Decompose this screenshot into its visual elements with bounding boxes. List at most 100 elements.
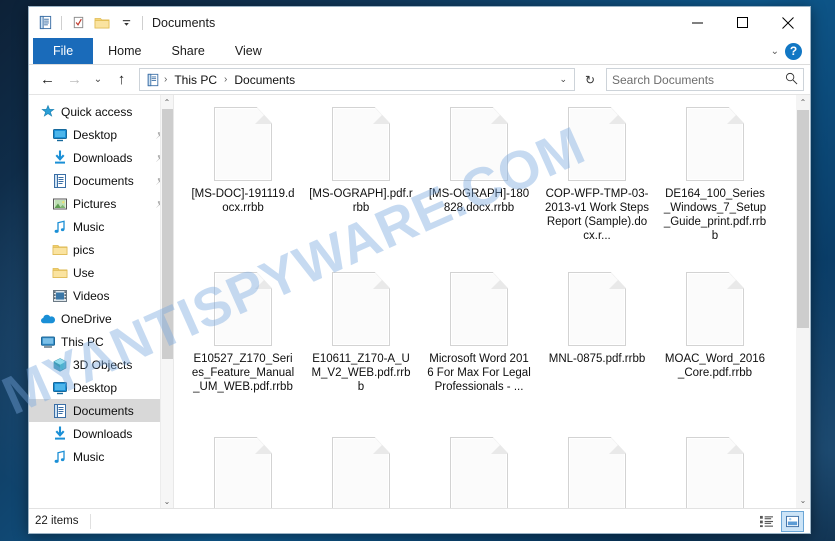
sidebar-item-use[interactable]: Use — [29, 261, 173, 284]
nav-scroll-thumb[interactable] — [162, 109, 173, 359]
page-fold-corner — [728, 107, 744, 124]
page-fold-corner — [610, 272, 626, 289]
ribbon-right-controls: ⌄ ? — [771, 38, 810, 64]
sidebar-item-pics[interactable]: pics — [29, 238, 173, 261]
nav-scroll-up-icon[interactable]: ⌃ — [161, 95, 173, 109]
maximize-button[interactable] — [720, 7, 765, 38]
file-scroll-up-icon[interactable]: ⌃ — [796, 95, 810, 110]
documents-properties-icon[interactable] — [34, 12, 56, 34]
page-fold-corner — [256, 272, 272, 289]
close-button[interactable] — [765, 7, 810, 38]
file-item[interactable] — [420, 433, 538, 508]
file-name-label: [MS-DOC]-191119.docx.rrbb — [191, 188, 295, 214]
sidebar-item-downloads[interactable]: Downloads📌 — [29, 146, 173, 169]
sidebar-item-music[interactable]: Music — [29, 215, 173, 238]
sidebar-item-label: Documents — [73, 403, 134, 418]
blank-file-icon — [686, 437, 744, 508]
file-item[interactable]: E10527_Z170_Series_Feature_Manual_UM_WEB… — [184, 268, 302, 433]
qat-divider — [61, 15, 62, 30]
sidebar-item-label: Music — [73, 449, 105, 464]
nav-scroll-down-icon[interactable]: ⌄ — [161, 494, 173, 508]
sidebar-item-music[interactable]: Music — [29, 445, 173, 468]
help-icon[interactable]: ? — [785, 42, 802, 60]
file-explorer-window: Documents File Home Share View ⌄ ? ← → ⌄… — [28, 6, 811, 534]
file-pane-scrollbar[interactable]: ⌃ ⌄ — [796, 95, 810, 508]
file-item[interactable]: E10611_Z170-A_UM_V2_WEB.pdf.rrbb — [302, 268, 420, 433]
blank-file-icon — [450, 107, 508, 181]
up-button[interactable]: ↑ — [109, 68, 134, 92]
3dobjects-icon — [51, 357, 68, 373]
sidebar-item-desktop[interactable]: Desktop — [29, 376, 173, 399]
breadcrumb-dropdown-icon[interactable]: ⌄ — [559, 74, 570, 85]
breadcrumb-item-documents[interactable]: Documents — [230, 73, 299, 87]
breadcrumb-separator-1[interactable]: › — [223, 74, 228, 85]
page-fold-corner — [492, 272, 508, 289]
file-item[interactable]: Microsoft Word 2016 For Max For Legal Pr… — [420, 268, 538, 433]
tab-view[interactable]: View — [220, 38, 277, 64]
sidebar-item-label: Downloads — [73, 426, 133, 441]
expand-ribbon-chevron-icon[interactable]: ⌄ — [771, 46, 779, 57]
file-item[interactable]: [MS-OGRAPH]-180828.docx.rrbb — [420, 103, 538, 268]
back-button[interactable]: ← — [35, 68, 60, 92]
file-item[interactable]: [MS-DOC]-191119.docx.rrbb — [184, 103, 302, 268]
documents-icon — [51, 403, 68, 419]
recent-locations-button[interactable]: ⌄ — [89, 68, 107, 92]
page-fold-corner — [728, 272, 744, 289]
tab-home[interactable]: Home — [93, 38, 156, 64]
sidebar-item-this-pc[interactable]: This PC — [29, 330, 173, 353]
sidebar-item-desktop[interactable]: Desktop📌 — [29, 123, 173, 146]
sidebar-item-3d-objects[interactable]: 3D Objects — [29, 353, 173, 376]
navigation-scrollbar[interactable]: ⌃ ⌄ — [160, 95, 173, 508]
item-count-label: 22 items — [35, 515, 79, 527]
tab-share[interactable]: Share — [157, 38, 220, 64]
file-item[interactable]: COP-WFP-TMP-03-2013-v1 Work Steps Report… — [538, 103, 656, 268]
file-item[interactable] — [302, 433, 420, 508]
forward-button[interactable]: → — [62, 68, 87, 92]
sidebar-item-quick-access[interactable]: Quick access — [29, 100, 173, 123]
file-grid: [MS-DOC]-191119.docx.rrbb [MS-OGRAPH].pdf… — [174, 95, 810, 508]
minimize-button[interactable] — [675, 7, 720, 38]
sidebar-item-label: Videos — [73, 288, 110, 303]
blank-file-icon — [568, 272, 626, 346]
navigation-pane: Quick access Desktop📌Downloads📌Documents📌… — [29, 95, 174, 508]
file-item[interactable] — [184, 433, 302, 508]
file-name-label: MNL-0875.pdf.rrbb — [548, 353, 646, 365]
sidebar-item-documents[interactable]: Documents📌 — [29, 169, 173, 192]
search-input[interactable]: Search Documents — [606, 68, 804, 91]
file-item[interactable]: [MS-OGRAPH].pdf.rrbb — [302, 103, 420, 268]
blank-file-icon — [214, 107, 272, 181]
tab-file[interactable]: File — [33, 38, 94, 64]
refresh-button[interactable]: ↻ — [580, 68, 600, 91]
customize-chevron-icon[interactable] — [115, 12, 137, 34]
page-fold-corner — [256, 437, 272, 454]
file-list-pane[interactable]: [MS-DOC]-191119.docx.rrbb [MS-OGRAPH].pdf… — [174, 95, 810, 508]
file-name-label: [MS-OGRAPH].pdf.rrbb — [309, 188, 413, 214]
sidebar-item-onedrive[interactable]: OneDrive — [29, 307, 173, 330]
sidebar-item-label: Use — [73, 265, 95, 280]
sidebar-item-label: Music — [73, 219, 105, 234]
details-view-button[interactable] — [755, 511, 778, 532]
breadcrumb-item-this-pc[interactable]: This PC — [170, 73, 221, 87]
documents-icon — [51, 173, 68, 189]
search-icon[interactable] — [785, 72, 798, 88]
sidebar-item-documents[interactable]: Documents — [29, 399, 173, 422]
properties-check-icon[interactable] — [67, 12, 89, 34]
file-item[interactable]: MOAC_Word_2016_Core.pdf.rrbb — [656, 268, 774, 433]
file-item[interactable] — [656, 433, 774, 508]
file-scroll-thumb[interactable] — [797, 110, 809, 328]
sidebar-item-videos[interactable]: Videos — [29, 284, 173, 307]
blank-file-icon — [332, 437, 390, 508]
downloads-icon — [51, 425, 68, 442]
sidebar-item-pictures[interactable]: Pictures📌 — [29, 192, 173, 215]
blank-file-icon — [568, 437, 626, 508]
file-item[interactable]: MNL-0875.pdf.rrbb — [538, 268, 656, 433]
file-scroll-down-icon[interactable]: ⌄ — [796, 493, 810, 508]
breadcrumb[interactable]: › This PC › Documents ⌄ — [139, 68, 575, 91]
large-icons-view-button[interactable] — [781, 510, 804, 532]
file-item[interactable]: DE164_100_Series_Windows_7_Setup_Guide_p… — [656, 103, 774, 268]
file-item[interactable] — [538, 433, 656, 508]
sidebar-item-downloads[interactable]: Downloads — [29, 422, 173, 445]
desktop-icon — [51, 127, 68, 143]
breadcrumb-separator-0[interactable]: › — [163, 74, 168, 85]
new-folder-icon[interactable] — [91, 12, 113, 34]
